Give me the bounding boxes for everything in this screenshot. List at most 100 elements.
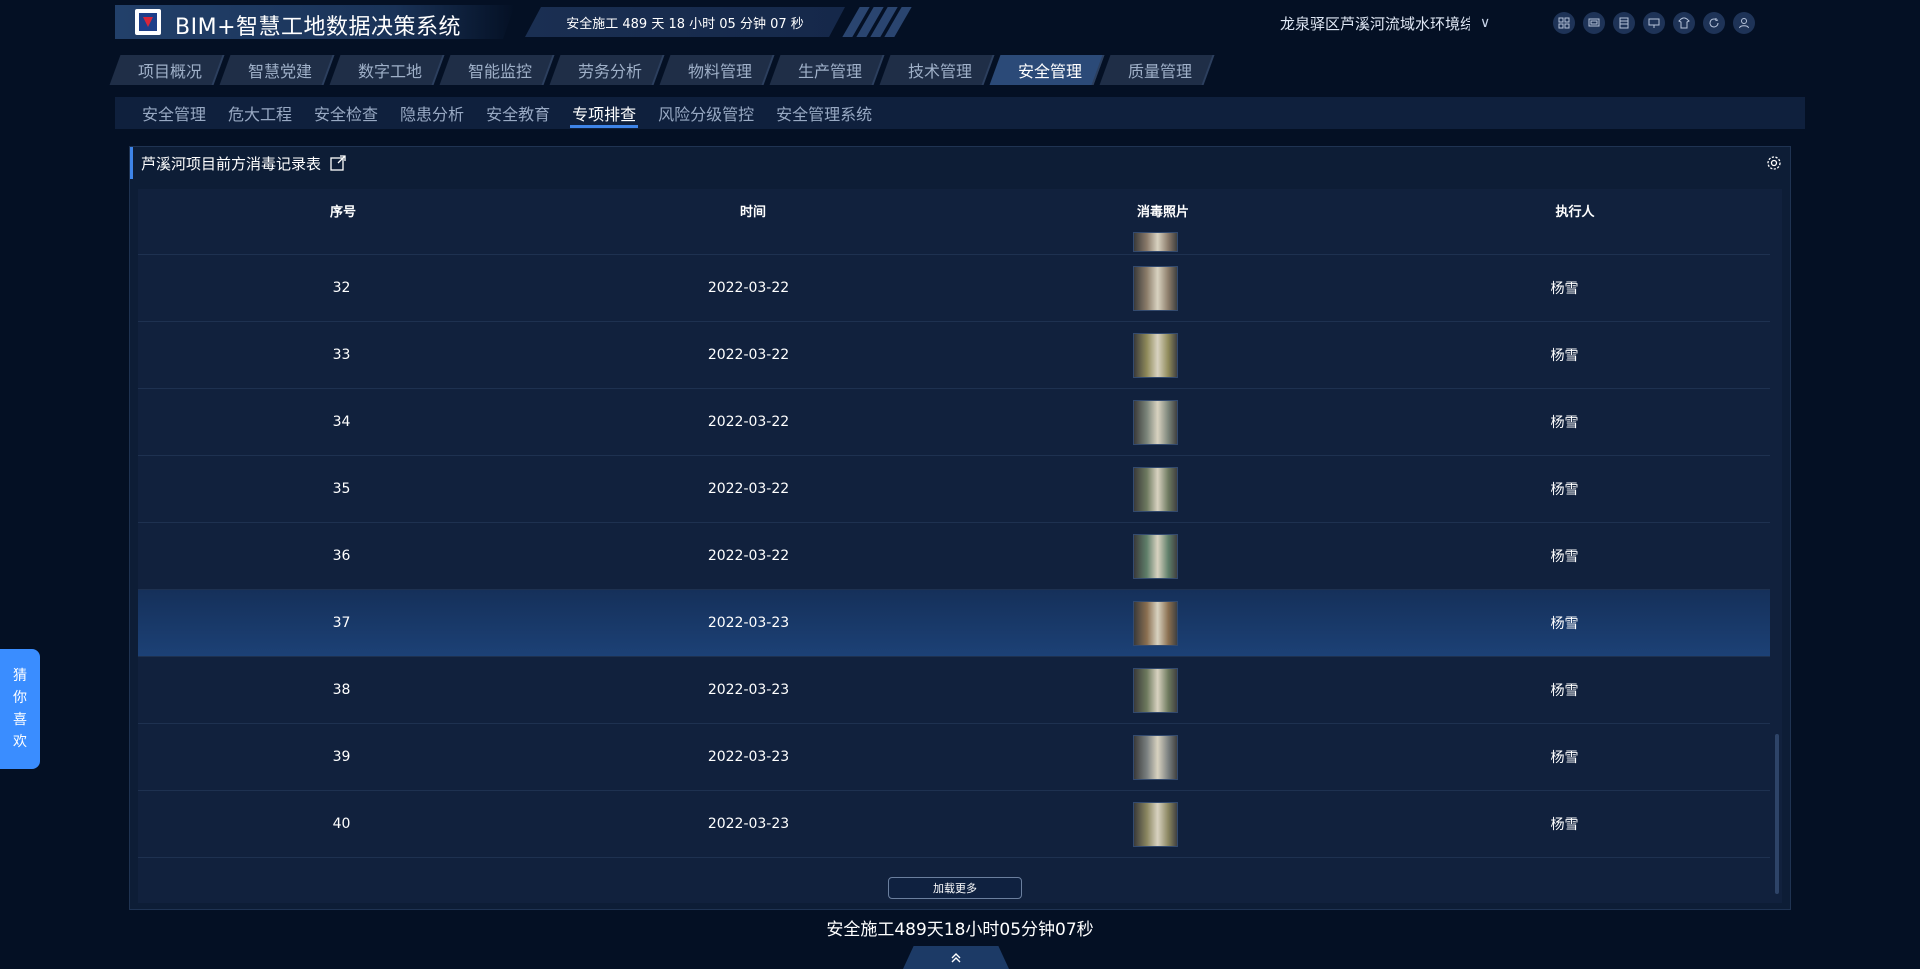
refresh-icon[interactable]	[1703, 12, 1725, 34]
collapse-toggle[interactable]	[903, 946, 1009, 969]
subtab-major-hazard[interactable]: 危大工程	[226, 97, 294, 129]
recommend-char: 你	[13, 690, 27, 706]
toolbar-icons	[1553, 12, 1755, 34]
cell-executor: 杨雪	[1550, 415, 1579, 431]
load-more-button[interactable]: 加载更多	[888, 877, 1022, 899]
cell-index: 40	[332, 816, 351, 832]
disinfection-photo-thumbnail[interactable]	[1133, 600, 1178, 646]
tab-monitoring[interactable]: 智能监控	[445, 55, 555, 85]
cell-executor: 杨雪	[1550, 348, 1579, 364]
cell-photo	[952, 801, 1359, 847]
disinfection-photo-thumbnail[interactable]	[1133, 466, 1178, 512]
disinfection-record-panel: 芦溪河项目前方消毒记录表 序号 时间 消毒照片 执行人 31杨雪 32 2022-0…	[129, 146, 1791, 910]
tab-overview[interactable]: 项目概况	[115, 55, 225, 85]
user-icon[interactable]	[1733, 12, 1755, 34]
column-header-index: 序号	[329, 204, 356, 220]
footer-safety-timer: 安全施工489天18小时05分钟07秒	[826, 920, 1094, 940]
gear-icon[interactable]	[1766, 155, 1782, 171]
subtab-safety-system[interactable]: 安全管理系统	[774, 97, 874, 129]
top-header: BIM+智慧工地数据决策系统 安全施工 489 天 18 小时 05 分钟 07…	[115, 5, 1805, 39]
table-row[interactable]: 37 2022-03-23 杨雪	[138, 590, 1770, 657]
subtab-special-inspection[interactable]: 专项排查	[570, 97, 639, 129]
table-row[interactable]: 40 2022-03-23 杨雪	[138, 791, 1770, 858]
disinfection-photo-thumbnail[interactable]	[1133, 399, 1178, 445]
table-row[interactable]: 38 2022-03-23 杨雪	[138, 657, 1770, 724]
table-row[interactable]: 35 2022-03-22 杨雪	[138, 456, 1770, 523]
cell-executor: 杨雪	[1550, 482, 1579, 498]
column-header-time: 时间	[739, 204, 766, 220]
cell-photo	[952, 232, 1359, 254]
cell-photo	[952, 600, 1359, 646]
sub-tabs: 安全管理 危大工程 安全检查 隐患分析 安全教育 专项排查 风险分级管控 安全管…	[115, 97, 1805, 129]
cell-index: 36	[332, 548, 351, 564]
cell-photo	[952, 466, 1359, 512]
table-row[interactable]: 31杨雪	[138, 231, 1770, 255]
company-logo-icon	[135, 9, 161, 35]
subtab-safety-management[interactable]: 安全管理	[140, 97, 208, 129]
recommend-side-button[interactable]: 猜 你 喜 欢	[0, 649, 40, 769]
tab-quality[interactable]: 质量管理	[1105, 55, 1215, 85]
panel-header: 芦溪河项目前方消毒记录表	[130, 147, 1790, 179]
recommend-char: 欢	[13, 734, 27, 750]
table-row[interactable]: 33 2022-03-22 杨雪	[138, 322, 1770, 389]
cell-time: 2022-03-23	[707, 615, 790, 631]
cell-executor: 杨雪	[1550, 281, 1579, 297]
grid-icon[interactable]	[1553, 12, 1575, 34]
cell-photo	[952, 265, 1359, 311]
cell-index: 34	[332, 414, 351, 430]
disinfection-photo-thumbnail[interactable]	[1133, 332, 1178, 378]
cell-time: 2022-03-23	[707, 816, 790, 832]
external-link-icon[interactable]	[329, 154, 347, 172]
app-title: BIM+智慧工地数据决策系统	[175, 15, 461, 40]
panel-title: 芦溪河项目前方消毒记录表	[141, 154, 322, 173]
table-row[interactable]: 32 2022-03-22 杨雪	[138, 255, 1770, 322]
cell-time: 2022-03-22	[707, 414, 790, 430]
cell-index: 33	[332, 347, 351, 363]
shirt-icon[interactable]	[1673, 12, 1695, 34]
subtab-risk-control[interactable]: 风险分级管控	[656, 97, 756, 129]
cell-index: 32	[332, 280, 351, 296]
cell-executor: 杨雪	[1550, 616, 1579, 632]
cell-index: 37	[332, 615, 351, 631]
tab-party-building[interactable]: 智慧党建	[225, 55, 335, 85]
cell-photo	[952, 667, 1359, 713]
subtab-safety-inspection[interactable]: 安全检查	[312, 97, 380, 129]
project-select[interactable]: 龙泉驿区芦溪河流域水环境综... ∨	[1280, 11, 1500, 35]
decorative-stripes	[842, 7, 912, 37]
monitor-icon[interactable]	[1583, 12, 1605, 34]
cell-index: 35	[332, 481, 351, 497]
list-icon[interactable]	[1613, 12, 1635, 34]
tab-technology[interactable]: 技术管理	[885, 55, 995, 85]
disinfection-photo-thumbnail[interactable]	[1133, 667, 1178, 713]
tab-safety[interactable]: 安全管理	[995, 55, 1105, 85]
safety-timer-badge: 安全施工 489 天 18 小时 05 分钟 07 秒	[525, 7, 845, 37]
subtab-safety-education[interactable]: 安全教育	[484, 97, 552, 129]
disinfection-photo-thumbnail[interactable]	[1133, 265, 1178, 311]
cell-executor: 杨雪	[1550, 817, 1579, 833]
table-row[interactable]: 39 2022-03-23 杨雪	[138, 724, 1770, 791]
table-body: 31杨雪 32 2022-03-22 杨雪 33 2022-03-22 杨雪 34 2022-0…	[138, 231, 1770, 858]
disinfection-photo-thumbnail[interactable]	[1133, 801, 1178, 847]
cell-executor: 杨雪	[1550, 683, 1579, 699]
tab-production[interactable]: 生产管理	[775, 55, 885, 85]
cell-photo	[952, 399, 1359, 445]
tab-digital-site[interactable]: 数字工地	[335, 55, 445, 85]
scrollbar[interactable]	[1775, 734, 1779, 894]
tab-labor[interactable]: 劳务分析	[555, 55, 665, 85]
cell-index: 39	[332, 749, 351, 765]
chevron-double-up-icon	[951, 952, 961, 962]
table-row[interactable]: 34 2022-03-22 杨雪	[138, 389, 1770, 456]
tab-materials[interactable]: 物料管理	[665, 55, 775, 85]
cell-index: 38	[332, 682, 351, 698]
cell-time: 2022-03-23	[707, 749, 790, 765]
disinfection-photo-thumbnail[interactable]	[1133, 734, 1178, 780]
disinfection-photo-thumbnail[interactable]	[1133, 533, 1178, 579]
disinfection-photo-thumbnail[interactable]	[1133, 232, 1178, 252]
table-row[interactable]: 36 2022-03-22 杨雪	[138, 523, 1770, 590]
record-table: 序号 时间 消毒照片 执行人 31杨雪 32 2022-03-22 杨雪 33 2022-…	[138, 189, 1782, 903]
cell-executor: 杨雪	[1550, 549, 1579, 565]
chevron-down-icon: ∨	[1480, 15, 1491, 31]
cell-time: 2022-03-22	[707, 347, 790, 363]
screen-icon[interactable]	[1643, 12, 1665, 34]
subtab-hazard-analysis[interactable]: 隐患分析	[398, 97, 466, 129]
